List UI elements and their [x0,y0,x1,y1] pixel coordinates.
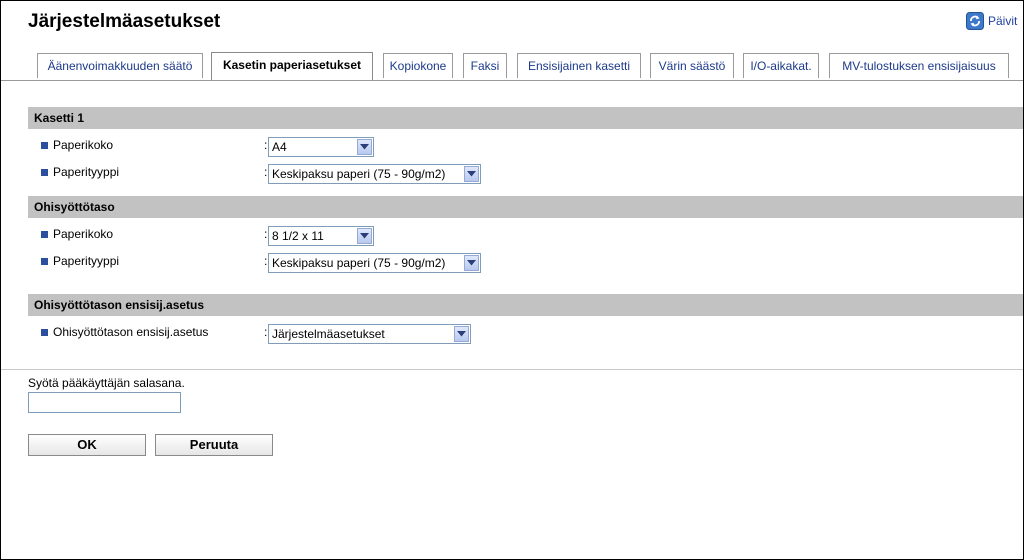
square-bullet-icon [41,257,48,265]
square-bullet-icon [41,230,48,238]
main-frame: Järjestelmäasetukset Päivit Äänenvoimakk… [0,0,1024,560]
select-value: Keskipaksu paperi (75 - 90g/m2) [272,167,446,181]
tab-volume[interactable]: Äänenvoimakkuuden säätö [37,53,203,78]
chevron-down-icon[interactable] [357,228,372,244]
divider [1,369,1023,370]
row-label-text: Paperikoko [53,227,114,241]
tab-underline [1,80,1023,81]
section-header-cassette1: Kasetti 1 [28,107,1023,129]
colon: : [264,254,268,268]
cancel-button[interactable]: Peruuta [155,434,273,456]
colon: : [264,165,268,179]
bypass-paper-type-label: Paperityyppi [41,254,119,268]
bypass-paper-type-select[interactable]: Keskipaksu paperi (75 - 90g/m2) [268,253,481,273]
section-header-bypass-priority: Ohisyöttötason ensisij.asetus [28,294,1023,316]
tab-cassette-paper-settings[interactable]: Kasetin paperiasetukset [211,52,373,80]
section-header-bypass-tray: Ohisyöttötaso [28,196,1023,218]
tab-fax[interactable]: Faksi [463,53,507,78]
refresh-button[interactable]: Päivit [966,12,1017,30]
bypass-priority-label: Ohisyöttötason ensisij.asetus [41,325,208,339]
square-bullet-icon [41,328,48,336]
square-bullet-icon [41,168,48,176]
bypass-paper-size-label: Paperikoko [41,227,113,241]
tab-bw-print-priority[interactable]: MV-tulostuksen ensisijaisuus [829,53,1009,78]
row-label-text: Paperikoko [53,138,114,152]
chevron-down-icon[interactable] [454,326,469,342]
row-label-text: Paperityyppi [53,165,120,179]
admin-password-input[interactable] [28,392,181,413]
tab-io-timeout[interactable]: I/O-aikakat. [743,53,819,78]
cassette1-paper-size-label: Paperikoko [41,138,113,152]
tab-color-saving[interactable]: Värin säästö [650,53,734,78]
chevron-down-icon[interactable] [464,255,479,271]
square-bullet-icon [41,141,48,149]
ok-button[interactable]: OK [28,434,146,456]
cassette1-paper-size-select[interactable]: A4 [268,137,374,157]
refresh-icon [966,12,984,30]
select-value: 8 1/2 x 11 [272,229,324,243]
chevron-down-icon[interactable] [357,139,372,155]
row-label-text: Ohisyöttötason ensisij.asetus [53,325,209,339]
refresh-label: Päivit [988,14,1018,28]
admin-password-label: Syötä pääkäyttäjän salasana. [28,376,185,390]
chevron-down-icon[interactable] [464,166,479,182]
select-value: Järjestelmäasetukset [272,327,385,341]
page-title: Järjestelmäasetukset [28,11,221,32]
tab-copier[interactable]: Kopiokone [383,53,453,78]
cassette1-paper-type-select[interactable]: Keskipaksu paperi (75 - 90g/m2) [268,164,481,184]
colon: : [264,138,268,152]
colon: : [264,325,268,339]
cassette1-paper-type-label: Paperityyppi [41,165,119,179]
select-value: Keskipaksu paperi (75 - 90g/m2) [272,256,446,270]
row-label-text: Paperityyppi [53,254,120,268]
tab-preferred-cassette[interactable]: Ensisijainen kasetti [517,53,641,78]
bypass-paper-size-select[interactable]: 8 1/2 x 11 [268,226,374,246]
bypass-priority-select[interactable]: Järjestelmäasetukset [268,324,471,344]
colon: : [264,227,268,241]
select-value: A4 [272,140,287,154]
